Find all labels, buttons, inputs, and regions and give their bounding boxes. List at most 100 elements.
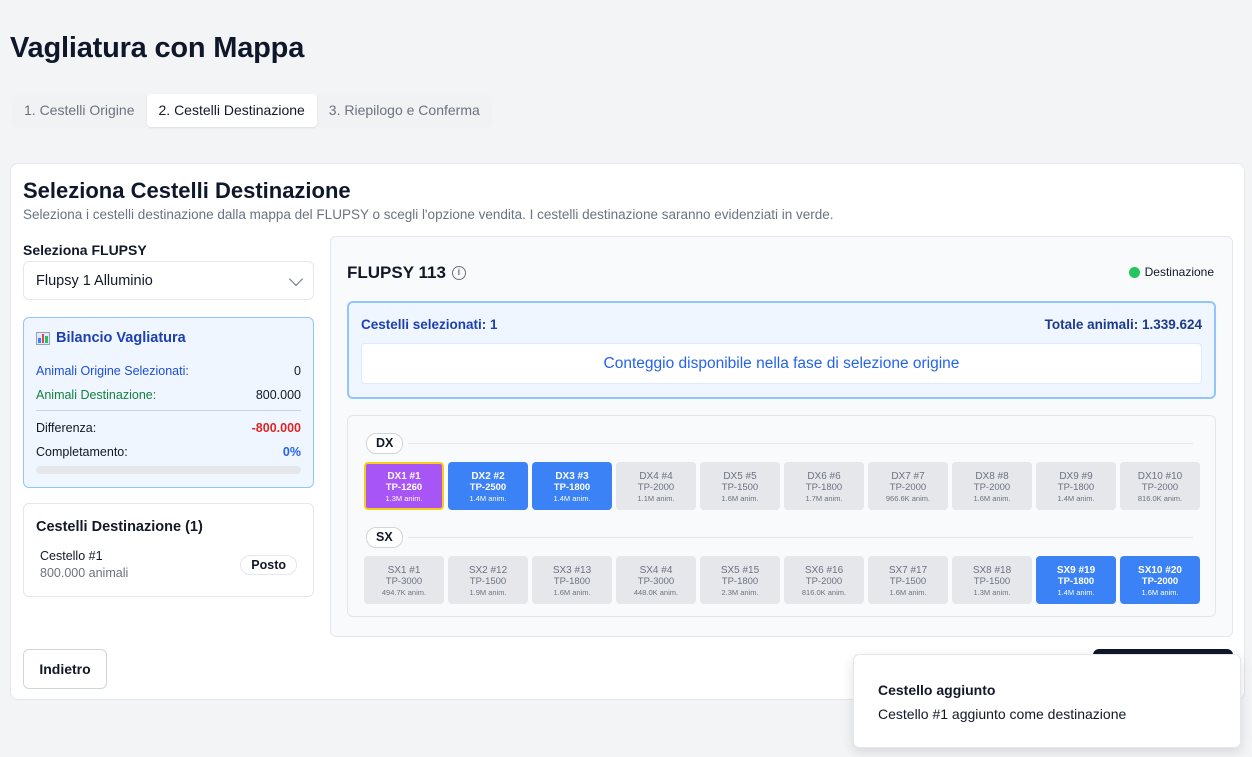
basket-animals: 1.9M anim. [469, 588, 507, 598]
basket-animals: 1.7M anim. [805, 494, 843, 504]
destination-list-title: Cestelli Destinazione (1) [36, 519, 203, 535]
basket-animals: 1.6M anim. [721, 494, 759, 504]
basket-tp: TP-2000 [1141, 576, 1179, 587]
basket-animals: 494.7K anim. [381, 588, 427, 598]
basket-cell[interactable]: DX3 #3 TP-1800 1.4M anim. [532, 462, 612, 510]
basket-grid: DX DX1 #1 TP-1260 1.3M anim. DX2 #2 TP-2500 1… [347, 415, 1216, 617]
tab-origin-baskets[interactable]: 1. Cestelli Origine [12, 94, 147, 127]
basket-name: DX2 #2 [471, 471, 505, 482]
basket-name: DX6 #6 [807, 471, 841, 482]
basket-cell[interactable]: SX8 #18 TP-1500 1.3M anim. [952, 556, 1032, 604]
basket-cell[interactable]: DX10 #10 TP-2000 816.0K anim. [1120, 462, 1200, 510]
basket-cell[interactable]: SX5 #15 TP-1800 2.3M anim. [700, 556, 780, 604]
basket-animals: 1.4M anim. [469, 494, 507, 504]
destination-item-name: Cestello #1 [40, 549, 103, 563]
basket-name: SX7 #17 [888, 565, 928, 576]
destination-list: Cestelli Destinazione (1) Cestello #1 80… [23, 503, 314, 597]
basket-cell[interactable]: DX6 #6 TP-1800 1.7M anim. [784, 462, 864, 510]
chevron-down-icon [288, 271, 304, 286]
selection-summary: Cestelli selezionati: 1 Totale animali: … [347, 301, 1216, 399]
destination-item-badge[interactable]: Posto [240, 555, 297, 575]
basket-name: DX3 #3 [555, 471, 589, 482]
basket-animals: 816.0K anim. [801, 588, 847, 598]
basket-cell[interactable]: SX3 #13 TP-1800 1.6M anim. [532, 556, 612, 604]
basket-tp: TP-2000 [805, 576, 843, 587]
balance-completion-row: Completamento: 0% [36, 445, 301, 459]
basket-tp: TP-2000 [889, 482, 927, 493]
basket-tp: TP-1800 [553, 576, 591, 587]
row-sx-cells: SX1 #1 TP-3000 494.7K anim. SX2 #12 TP-1500 1… [364, 556, 1200, 604]
balance-completion-label: Completamento: [36, 445, 128, 459]
basket-name: DX9 #9 [1059, 471, 1093, 482]
row-label-sx: SX [366, 527, 403, 548]
basket-tp: TP-1800 [721, 576, 759, 587]
basket-animals: 966.6K anim. [885, 494, 931, 504]
basket-tp: TP-1500 [973, 576, 1011, 587]
basket-cell[interactable]: DX4 #4 TP-2000 1.1M anim. [616, 462, 696, 510]
balance-diff-label: Differenza: [36, 421, 97, 435]
balance-diff-row: Differenza: -800.000 [36, 421, 301, 435]
basket-cell[interactable]: DX1 #1 TP-1260 1.3M anim. [364, 462, 444, 510]
basket-tp: TP-1500 [721, 482, 759, 493]
basket-name: DX4 #4 [639, 471, 673, 482]
card-description: Seleziona i cestelli destinazione dalla … [23, 207, 834, 222]
back-button[interactable]: Indietro [23, 649, 107, 689]
basket-tp: TP-1800 [553, 482, 591, 493]
flupsy-select[interactable]: Flupsy 1 Alluminio [23, 261, 314, 300]
basket-cell[interactable]: SX6 #16 TP-2000 816.0K anim. [784, 556, 864, 604]
balance-divider [36, 410, 301, 411]
basket-name: SX3 #13 [552, 565, 592, 576]
basket-name: DX7 #7 [891, 471, 925, 482]
basket-cell[interactable]: DX9 #9 TP-1800 1.4M anim. [1036, 462, 1116, 510]
basket-name: SX10 #20 [1138, 565, 1182, 576]
basket-cell[interactable]: SX10 #20 TP-2000 1.6M anim. [1120, 556, 1200, 604]
count-message: Conteggio disponibile nella fase di sele… [361, 343, 1202, 384]
basket-name: DX1 #1 [387, 471, 421, 482]
balance-panel: Bilancio Vagliatura Animali Origine Sele… [23, 317, 314, 488]
page-title: Vagliatura con Mappa [10, 32, 305, 64]
completion-progress-bar [36, 466, 301, 474]
basket-name: SX2 #12 [468, 565, 508, 576]
basket-tp: TP-1500 [889, 576, 927, 587]
flupsy-select-value: Flupsy 1 Alluminio [36, 272, 153, 289]
balance-dest-value: 800.000 [255, 388, 301, 402]
basket-cell[interactable]: SX1 #1 TP-3000 494.7K anim. [364, 556, 444, 604]
balance-title: Bilancio Vagliatura [36, 330, 301, 346]
basket-animals: 1.4M anim. [1057, 588, 1095, 598]
basket-name: SX9 #19 [1056, 565, 1096, 576]
basket-animals: 1.3M anim. [385, 494, 423, 504]
basket-animals: 1.3M anim. [973, 588, 1011, 598]
basket-animals: 816.0K anim. [1137, 494, 1183, 504]
basket-tp: TP-2000 [637, 482, 675, 493]
basket-tp: TP-2000 [1141, 482, 1179, 493]
basket-tp: TP-3000 [385, 576, 423, 587]
basket-animals: 1.1M anim. [637, 494, 675, 504]
total-animals: Totale animali: 1.339.624 [1044, 317, 1202, 332]
balance-completion-value: 0% [282, 445, 301, 459]
basket-animals: 1.6M anim. [1141, 588, 1179, 598]
basket-cell[interactable]: SX9 #19 TP-1800 1.4M anim. [1036, 556, 1116, 604]
flupsy-map-panel: FLUPSY 113 i Destinazione Cestelli selez… [330, 236, 1233, 637]
balance-origin-value: 0 [294, 364, 301, 378]
tab-destination-baskets[interactable]: 2. Cestelli Destinazione [146, 94, 317, 127]
basket-cell[interactable]: DX8 #8 TP-2000 1.6M anim. [952, 462, 1032, 510]
basket-cell[interactable]: SX7 #17 TP-1500 1.6M anim. [868, 556, 948, 604]
balance-dest-label: Animali Destinazione: [36, 388, 157, 402]
map-title: FLUPSY 113 i [347, 263, 466, 283]
basket-animals: 2.3M anim. [721, 588, 759, 598]
basket-cell[interactable]: SX2 #12 TP-1500 1.9M anim. [448, 556, 528, 604]
destination-item-count: 800.000 animali [40, 566, 129, 580]
toast-description: Cestello #1 aggiunto come destinazione [878, 706, 1127, 722]
basket-cell[interactable]: DX2 #2 TP-2500 1.4M anim. [448, 462, 528, 510]
balance-origin-label: Animali Origine Selezionati: [36, 364, 189, 378]
basket-animals: 1.4M anim. [1057, 494, 1095, 504]
basket-cell[interactable]: DX7 #7 TP-2000 966.6K anim. [868, 462, 948, 510]
basket-tp: TP-2000 [973, 482, 1011, 493]
info-icon[interactable]: i [451, 266, 466, 280]
basket-tp: TP-1800 [805, 482, 843, 493]
basket-cell[interactable]: SX4 #4 TP-3000 448.0K anim. [616, 556, 696, 604]
basket-animals: 1.6M anim. [889, 588, 927, 598]
basket-cell[interactable]: DX5 #5 TP-1500 1.6M anim. [700, 462, 780, 510]
tab-summary-confirm[interactable]: 3. Riepilogo e Conferma [317, 94, 492, 127]
basket-name: SX6 #16 [804, 565, 844, 576]
